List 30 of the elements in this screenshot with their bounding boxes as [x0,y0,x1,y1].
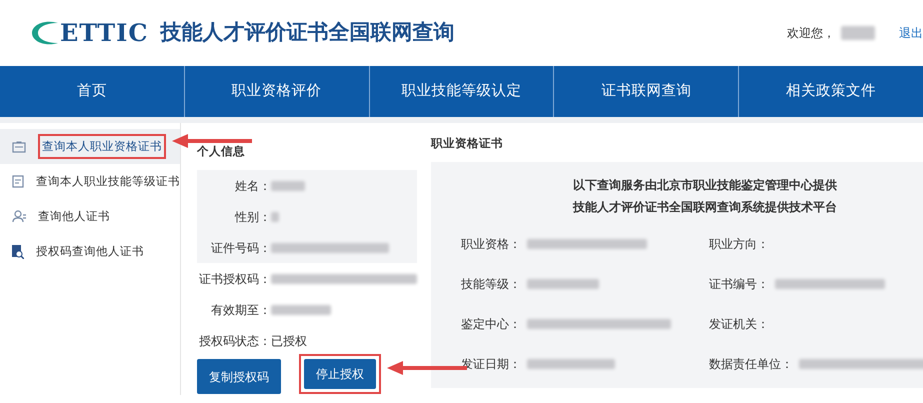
section-title: 职业资格证书 [431,135,504,152]
field-label: 授权码状态： [198,332,271,350]
notice-text: 技能人才评价证书全国联网查询系统提供技术平台 [572,199,838,216]
sidebar-item[interactable]: 查询他人证书 [0,199,180,234]
section-title: 个人信息 [197,143,246,160]
field-label: 有效期至： [210,302,271,319]
field-label: 技能等级： [461,276,521,294]
field-label: 鉴定中心： [461,316,521,334]
site-title: 技能人才评价证书全国联网查询 [160,19,454,46]
logout-link[interactable]: 退出 [899,24,923,42]
field-label: 数据责任单位： [709,356,793,374]
welcome-text: 欢迎您， [787,25,835,42]
field-value: 已授权 [271,332,307,350]
field-label: 职业资格： [461,236,521,254]
action-button[interactable]: 停止授权 [304,359,376,390]
field-label: 证书编号： [709,276,769,294]
field-label: 证件号码： [210,240,271,257]
action-button[interactable]: 复制授权码 [197,359,281,394]
field-label: 性别： [234,208,271,226]
field-label: 姓名： [234,178,271,195]
highlight-box: 查询本人职业资格证书 [38,134,166,160]
field-label: 发证机关： [709,316,769,334]
field-label: 证书授权码： [198,270,271,288]
sidebar-item[interactable]: 查询本人职业技能等级证书 [0,164,180,199]
notice-text: 以下查询服务由北京市职业技能鉴定管理中心提供 [572,177,838,194]
sidebar-item[interactable]: 查询本人职业资格证书 [0,129,180,164]
sidebar-item[interactable]: 授权码查询他人证书 [0,234,180,269]
logo-text: ETTIC [60,17,148,49]
nav-link[interactable]: 相关政策文件 [739,66,923,117]
field-label: 职业方向： [709,236,769,254]
